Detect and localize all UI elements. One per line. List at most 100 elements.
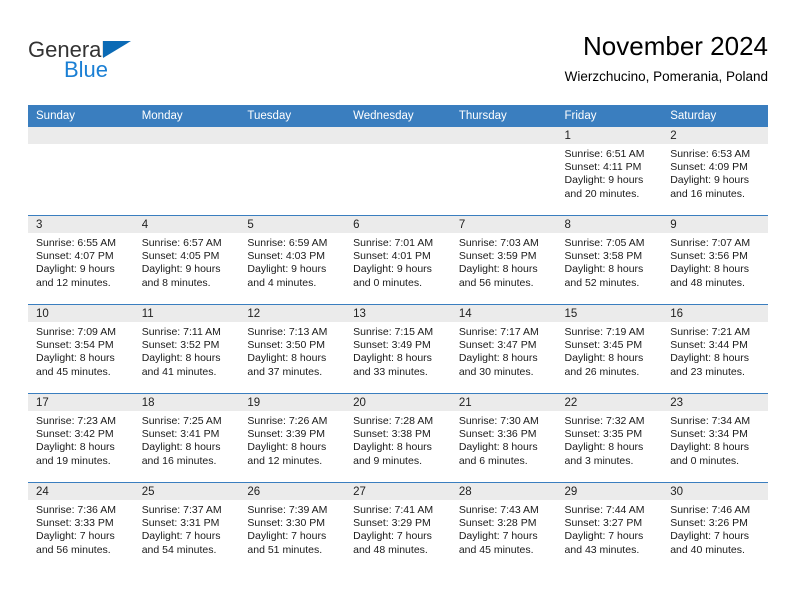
daylight-duration-line1: Daylight: 8 hours [670, 263, 750, 276]
weekday-header-saturday: Saturday [662, 105, 768, 127]
calendar-day-cell-empty [239, 127, 346, 216]
daylight-duration-line2: and 52 minutes. [564, 276, 640, 289]
day-number: 19 [239, 394, 346, 411]
day-details: Sunrise: 7:26 AM Sunset: 3:39 PM Daylight:… [239, 411, 345, 468]
sunset-time: Sunset: 3:58 PM [564, 250, 643, 263]
day-cell-inner: 16 Sunrise: 7:21 AM Sunset: 3:44 PM Dayligh… [662, 305, 768, 393]
calendar-day-cell[interactable]: 14 Sunrise: 7:17 AM Sunset: 3:47 PM Dayligh… [450, 304, 557, 394]
day-number: 3 [28, 216, 134, 233]
day-details: Sunrise: 7:25 AM Sunset: 3:41 PM Daylight:… [134, 411, 240, 468]
sunset-time: Sunset: 3:47 PM [458, 339, 537, 352]
day-details: Sunrise: 7:36 AM Sunset: 3:33 PM Daylight:… [28, 500, 134, 557]
day-cell-inner: 2 Sunrise: 6:53 AM Sunset: 4:09 PM Daylight… [662, 127, 768, 215]
calendar-day-cell[interactable]: 23 Sunrise: 7:34 AM Sunset: 3:34 PM Dayligh… [662, 393, 768, 483]
calendar-day-cell[interactable]: 21 Sunrise: 7:30 AM Sunset: 3:36 PM Dayligh… [450, 393, 557, 483]
sunset-time: Sunset: 4:05 PM [141, 250, 220, 263]
day-number: 15 [556, 305, 663, 322]
day-cell-inner: 22 Sunrise: 7:32 AM Sunset: 3:35 PM Dayligh… [556, 394, 663, 482]
calendar-week-row: 3 Sunrise: 6:55 AM Sunset: 4:07 PM Daylight… [28, 215, 768, 305]
calendar-day-cell[interactable]: 26 Sunrise: 7:39 AM Sunset: 3:30 PM Dayligh… [239, 482, 346, 571]
calendar-week-row: 17 Sunrise: 7:23 AM Sunset: 3:42 PM Dayligh… [28, 393, 768, 483]
calendar-day-cell[interactable]: 13 Sunrise: 7:15 AM Sunset: 3:49 PM Dayligh… [345, 304, 451, 394]
calendar-day-cell[interactable]: 17 Sunrise: 7:23 AM Sunset: 3:42 PM Dayligh… [28, 393, 134, 483]
day-number: 27 [345, 483, 451, 500]
calendar-day-cell[interactable]: 9 Sunrise: 7:07 AM Sunset: 3:56 PM Daylight… [662, 215, 768, 305]
calendar-week-row: 10 Sunrise: 7:09 AM Sunset: 3:54 PM Dayligh… [28, 304, 768, 394]
generalblue-logo: General Blue [28, 38, 228, 90]
logo-text-blue: Blue [64, 57, 109, 82]
day-cell-inner: 9 Sunrise: 7:07 AM Sunset: 3:56 PM Daylight… [662, 216, 768, 304]
day-number [239, 127, 346, 144]
daylight-duration-line1: Daylight: 9 hours [670, 174, 750, 187]
calendar-day-cell[interactable]: 22 Sunrise: 7:32 AM Sunset: 3:35 PM Dayligh… [556, 393, 663, 483]
daylight-duration-line1: Daylight: 9 hours [36, 263, 115, 276]
day-cell-inner: 18 Sunrise: 7:25 AM Sunset: 3:41 PM Dayligh… [133, 394, 240, 482]
calendar-day-cell[interactable]: 2 Sunrise: 6:53 AM Sunset: 4:09 PM Daylight… [662, 127, 768, 216]
day-details: Sunrise: 7:11 AM Sunset: 3:52 PM Daylight:… [134, 322, 240, 379]
day-cell-inner: 12 Sunrise: 7:13 AM Sunset: 3:50 PM Dayligh… [239, 305, 346, 393]
sunset-time: Sunset: 3:39 PM [247, 428, 326, 441]
sunset-time: Sunset: 3:49 PM [353, 339, 431, 352]
day-number: 18 [133, 394, 240, 411]
sunrise-time: Sunrise: 7:19 AM [564, 326, 645, 338]
sunset-time: Sunset: 3:26 PM [670, 517, 748, 530]
daylight-duration-line1: Daylight: 7 hours [36, 530, 115, 543]
sunset-time: Sunset: 4:03 PM [247, 250, 326, 263]
daylight-duration-line2: and 23 minutes. [670, 365, 745, 378]
day-details: Sunrise: 7:21 AM Sunset: 3:44 PM Daylight:… [662, 322, 768, 379]
weekday-header-thursday: Thursday [450, 105, 557, 127]
weekday-header-row: Sunday Monday Tuesday Wednesday Thursday… [28, 105, 768, 127]
calendar-day-cell[interactable]: 29 Sunrise: 7:44 AM Sunset: 3:27 PM Dayligh… [556, 482, 663, 571]
sunrise-time: Sunrise: 7:11 AM [141, 326, 221, 338]
sunset-time: Sunset: 3:50 PM [247, 339, 326, 352]
calendar-day-cell-empty [28, 127, 134, 216]
day-cell-inner: 24 Sunrise: 7:36 AM Sunset: 3:33 PM Dayligh… [28, 483, 134, 571]
calendar-day-cell[interactable]: 28 Sunrise: 7:43 AM Sunset: 3:28 PM Dayligh… [450, 482, 557, 571]
calendar-day-cell[interactable]: 24 Sunrise: 7:36 AM Sunset: 3:33 PM Dayligh… [28, 482, 134, 571]
daylight-duration-line2: and 40 minutes. [670, 543, 745, 556]
calendar-day-cell[interactable]: 7 Sunrise: 7:03 AM Sunset: 3:59 PM Daylight… [450, 215, 557, 305]
daylight-duration-line2: and 48 minutes. [353, 543, 428, 556]
calendar-day-cell[interactable]: 10 Sunrise: 7:09 AM Sunset: 3:54 PM Dayligh… [28, 304, 134, 394]
day-details: Sunrise: 7:32 AM Sunset: 3:35 PM Daylight:… [557, 411, 663, 468]
day-cell-inner: 30 Sunrise: 7:46 AM Sunset: 3:26 PM Dayligh… [662, 483, 768, 571]
daylight-duration-line2: and 8 minutes. [141, 276, 211, 289]
calendar-day-cell[interactable]: 27 Sunrise: 7:41 AM Sunset: 3:29 PM Dayligh… [345, 482, 451, 571]
calendar-day-cell[interactable]: 4 Sunrise: 6:57 AM Sunset: 4:05 PM Daylight… [133, 215, 240, 305]
day-number: 28 [450, 483, 557, 500]
daylight-duration-line2: and 56 minutes. [36, 543, 111, 556]
calendar-day-cell[interactable]: 5 Sunrise: 6:59 AM Sunset: 4:03 PM Daylight… [239, 215, 346, 305]
calendar-day-cell[interactable]: 11 Sunrise: 7:11 AM Sunset: 3:52 PM Dayligh… [133, 304, 240, 394]
day-number: 21 [450, 394, 557, 411]
calendar-day-cell[interactable]: 18 Sunrise: 7:25 AM Sunset: 3:41 PM Dayligh… [133, 393, 240, 483]
sunrise-time: Sunrise: 6:57 AM [141, 237, 222, 249]
daylight-duration-line2: and 41 minutes. [141, 365, 217, 378]
daylight-duration-line2: and 51 minutes. [247, 543, 323, 556]
calendar-day-cell[interactable]: 16 Sunrise: 7:21 AM Sunset: 3:44 PM Dayligh… [662, 304, 768, 394]
calendar-day-cell[interactable]: 3 Sunrise: 6:55 AM Sunset: 4:07 PM Daylight… [28, 215, 134, 305]
calendar-day-cell[interactable]: 6 Sunrise: 7:01 AM Sunset: 4:01 PM Daylight… [345, 215, 451, 305]
day-number: 8 [556, 216, 663, 233]
sunset-time: Sunset: 3:31 PM [141, 517, 220, 530]
calendar-day-cell[interactable]: 15 Sunrise: 7:19 AM Sunset: 3:45 PM Dayligh… [556, 304, 663, 394]
day-cell-inner: 14 Sunrise: 7:17 AM Sunset: 3:47 PM Dayligh… [450, 305, 557, 393]
day-cell-inner: 17 Sunrise: 7:23 AM Sunset: 3:42 PM Dayligh… [28, 394, 134, 482]
calendar-day-cell[interactable]: 30 Sunrise: 7:46 AM Sunset: 3:26 PM Dayligh… [662, 482, 768, 571]
calendar-day-cell[interactable]: 20 Sunrise: 7:28 AM Sunset: 3:38 PM Dayligh… [345, 393, 451, 483]
sunrise-time: Sunrise: 7:17 AM [458, 326, 539, 338]
calendar-grid: Sunday Monday Tuesday Wednesday Thursday… [28, 105, 768, 571]
sunset-time: Sunset: 4:07 PM [36, 250, 114, 263]
calendar-day-cell[interactable]: 1 Sunrise: 6:51 AM Sunset: 4:11 PM Daylight… [556, 127, 663, 216]
day-details: Sunrise: 6:59 AM Sunset: 4:03 PM Daylight:… [239, 233, 345, 290]
calendar-day-cell[interactable]: 8 Sunrise: 7:05 AM Sunset: 3:58 PM Daylight… [556, 215, 663, 305]
daylight-duration-line1: Daylight: 7 hours [564, 530, 644, 543]
day-details: Sunrise: 6:55 AM Sunset: 4:07 PM Daylight:… [28, 233, 134, 290]
calendar-day-cell[interactable]: 12 Sunrise: 7:13 AM Sunset: 3:50 PM Dayligh… [239, 304, 346, 394]
sunset-time: Sunset: 4:09 PM [670, 161, 748, 174]
sunrise-time: Sunrise: 7:15 AM [353, 326, 434, 338]
daylight-duration-line2: and 6 minutes. [458, 454, 528, 467]
day-cell-inner: 5 Sunrise: 6:59 AM Sunset: 4:03 PM Daylight… [239, 216, 346, 304]
sunset-time: Sunset: 3:38 PM [353, 428, 431, 441]
calendar-day-cell[interactable]: 25 Sunrise: 7:37 AM Sunset: 3:31 PM Dayligh… [133, 482, 240, 571]
calendar-day-cell[interactable]: 19 Sunrise: 7:26 AM Sunset: 3:39 PM Dayligh… [239, 393, 346, 483]
